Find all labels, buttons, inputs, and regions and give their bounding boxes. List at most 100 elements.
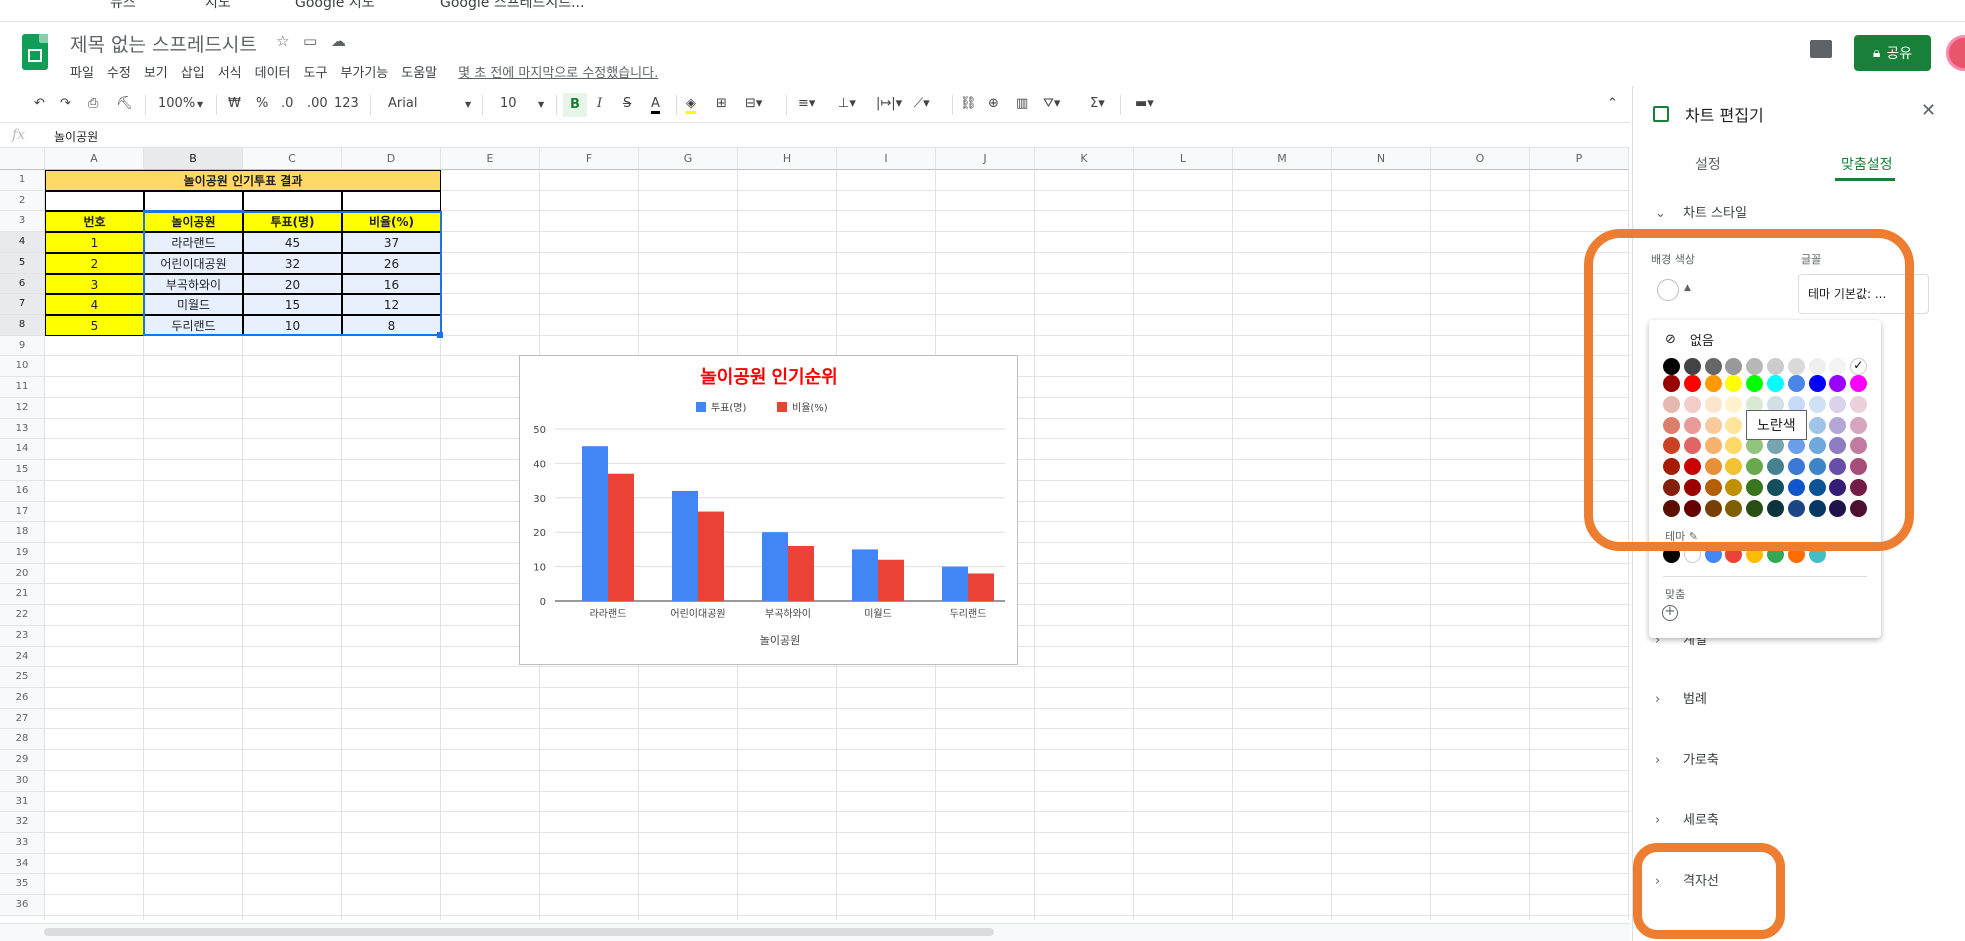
- font-caret-icon[interactable]: ▼: [465, 100, 471, 109]
- close-icon[interactable]: ✕: [1921, 100, 1936, 121]
- scroll-thumb[interactable]: [44, 928, 994, 936]
- row-header[interactable]: 1: [0, 170, 45, 191]
- horizontal-align-icon[interactable]: ≡▾: [798, 96, 815, 111]
- comments-icon[interactable]: [1810, 40, 1832, 58]
- zoom-select[interactable]: 100%: [158, 96, 195, 111]
- column-header[interactable]: O: [1431, 148, 1530, 170]
- document-title[interactable]: 제목 없는 스프레드시트: [70, 30, 257, 57]
- chart-icon[interactable]: ▥: [1016, 96, 1028, 111]
- row-header[interactable]: 20: [0, 563, 45, 585]
- row-header[interactable]: 9: [0, 335, 45, 357]
- bookmark-sheets[interactable]: Google 스프레드시트...: [440, 0, 584, 12]
- row-header[interactable]: 4: [0, 232, 45, 253]
- data-cell[interactable]: 미월드: [144, 294, 243, 316]
- italic-button[interactable]: I: [597, 96, 602, 111]
- data-cell[interactable]: 어린이대공원: [144, 252, 243, 274]
- column-header[interactable]: A: [45, 148, 144, 170]
- chart[interactable]: 놀이공원 인기순위 투표(명) 비율(%) 0 10 20 30 40 50 라라랜드 어린이대공원…: [519, 355, 1018, 665]
- row-header[interactable]: 21: [0, 584, 45, 606]
- add-custom-color-icon[interactable]: +: [1662, 605, 1678, 621]
- data-cell[interactable]: 두리랜드: [144, 315, 243, 336]
- row-header[interactable]: 14: [0, 439, 45, 461]
- column-header[interactable]: M: [1233, 148, 1332, 170]
- collapse-toolbar-icon[interactable]: ⌃: [1607, 96, 1618, 111]
- redo-icon[interactable]: ↷: [60, 96, 71, 111]
- data-cell[interactable]: 20: [243, 273, 342, 295]
- row-header[interactable]: 8: [0, 315, 45, 336]
- header-cell[interactable]: 투표(명): [243, 211, 342, 233]
- row-header[interactable]: 29: [0, 750, 45, 771]
- sheets-logo-icon[interactable]: [22, 34, 48, 70]
- zoom-caret-icon[interactable]: ▼: [197, 100, 203, 109]
- filter-icon[interactable]: ⛛▾: [1043, 96, 1060, 111]
- formula-input[interactable]: 놀이공원: [54, 128, 98, 145]
- row-header[interactable]: 12: [0, 397, 45, 419]
- share-button[interactable]: 🔒︎ 공유: [1854, 35, 1931, 71]
- row-header[interactable]: 34: [0, 853, 45, 875]
- vertical-align-icon[interactable]: ⊥▾: [838, 96, 856, 111]
- tab-customize[interactable]: 맞춤설정: [1841, 154, 1893, 174]
- empty-cell[interactable]: [144, 190, 243, 212]
- currency-button[interactable]: ₩: [228, 96, 241, 111]
- row-header[interactable]: 17: [0, 501, 45, 523]
- row-header[interactable]: 6: [0, 273, 45, 295]
- data-cell[interactable]: 부곡하와이: [144, 273, 243, 295]
- data-cell[interactable]: 45: [243, 232, 342, 253]
- undo-icon[interactable]: ↶: [34, 96, 45, 111]
- paint-format-icon[interactable]: ⛏: [116, 96, 133, 111]
- menu-format[interactable]: 서식: [218, 62, 242, 81]
- section-chart-style[interactable]: ⌄ 차트 스타일: [1655, 202, 1747, 221]
- data-cell[interactable]: 5: [45, 315, 144, 336]
- horizontal-scrollbar[interactable]: [0, 923, 1630, 941]
- column-header[interactable]: I: [837, 148, 936, 170]
- row-header[interactable]: 33: [0, 833, 45, 854]
- column-header[interactable]: H: [738, 148, 837, 170]
- row-header[interactable]: 2: [0, 190, 45, 212]
- column-header[interactable]: N: [1332, 148, 1431, 170]
- menu-addons[interactable]: 부가기능: [340, 62, 388, 81]
- row-header[interactable]: 18: [0, 522, 45, 543]
- row-header[interactable]: 25: [0, 667, 45, 688]
- row-header[interactable]: 24: [0, 646, 45, 668]
- section-horizontal-axis[interactable]: › 가로축: [1655, 749, 1719, 768]
- row-header[interactable]: 36: [0, 895, 45, 916]
- menu-help[interactable]: 도움말: [401, 62, 437, 81]
- link-icon[interactable]: ⛓: [960, 96, 977, 111]
- column-header[interactable]: D: [342, 148, 441, 170]
- data-cell[interactable]: 1: [45, 232, 144, 253]
- bookmark-maps[interactable]: 지도: [205, 0, 231, 12]
- data-cell[interactable]: 12: [342, 294, 441, 316]
- input-tools-icon[interactable]: ▬▾: [1135, 96, 1154, 111]
- column-header[interactable]: C: [243, 148, 342, 170]
- text-rotation-icon[interactable]: ⟋▾: [914, 96, 930, 111]
- bookmark-google-maps[interactable]: Google 지도: [295, 0, 375, 12]
- more-formats-button[interactable]: 123: [334, 96, 359, 111]
- column-header[interactable]: K: [1035, 148, 1134, 170]
- empty-cell[interactable]: [342, 190, 441, 212]
- last-edit-link[interactable]: 몇 초 전에 마지막으로 수정했습니다.: [458, 62, 658, 81]
- print-icon[interactable]: ⎙: [88, 96, 98, 111]
- data-cell[interactable]: 37: [342, 232, 441, 253]
- bookmark-news[interactable]: 뉴스: [110, 0, 136, 12]
- row-header[interactable]: 26: [0, 688, 45, 709]
- row-header[interactable]: 15: [0, 460, 45, 481]
- bold-button[interactable]: B: [563, 93, 587, 117]
- font-size-caret-icon[interactable]: ▼: [538, 100, 544, 109]
- merge-cells-icon[interactable]: ⊟▾: [745, 96, 762, 111]
- strikethrough-button[interactable]: S: [623, 96, 631, 111]
- empty-cell[interactable]: [243, 190, 342, 212]
- avatar[interactable]: [1946, 35, 1965, 71]
- fill-handle[interactable]: [437, 331, 443, 338]
- data-cell[interactable]: 26: [342, 252, 441, 274]
- data-cell[interactable]: 16: [342, 273, 441, 295]
- menu-view[interactable]: 보기: [144, 62, 168, 81]
- row-header[interactable]: 23: [0, 625, 45, 647]
- row-header[interactable]: 13: [0, 418, 45, 440]
- data-cell[interactable]: 라라랜드: [144, 232, 243, 253]
- row-header[interactable]: 31: [0, 791, 45, 813]
- row-header[interactable]: 7: [0, 294, 45, 316]
- menu-insert[interactable]: 삽입: [181, 62, 205, 81]
- font-select[interactable]: Arial: [388, 96, 417, 111]
- row-header[interactable]: 22: [0, 605, 45, 626]
- corner-cell[interactable]: [0, 148, 45, 170]
